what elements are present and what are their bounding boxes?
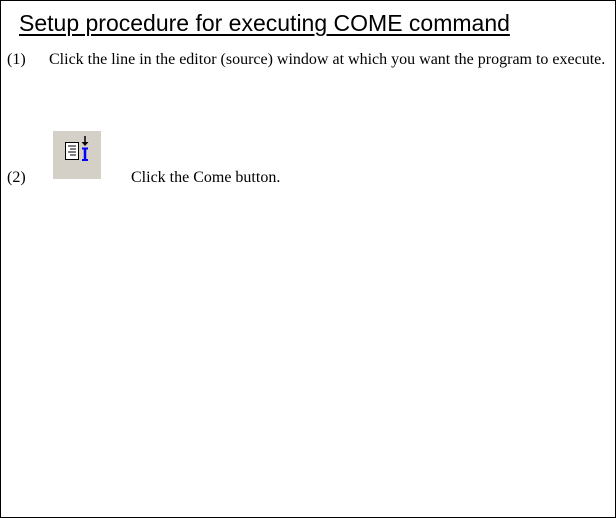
step-2-text: Click the Come button.: [131, 169, 281, 186]
step-1-number: (1): [7, 51, 26, 68]
step-2-number: (2): [7, 169, 26, 186]
page-title: Setup procedure for executing COME comma…: [19, 10, 510, 36]
come-icon: [65, 136, 89, 161]
step-2: (2) Click the Come button.: [7, 168, 280, 188]
step-1-text: Click the line in the editor (source) wi…: [49, 51, 606, 68]
content-panel: Setup procedure for executing COME comma…: [0, 0, 616, 518]
come-button[interactable]: [53, 131, 101, 179]
